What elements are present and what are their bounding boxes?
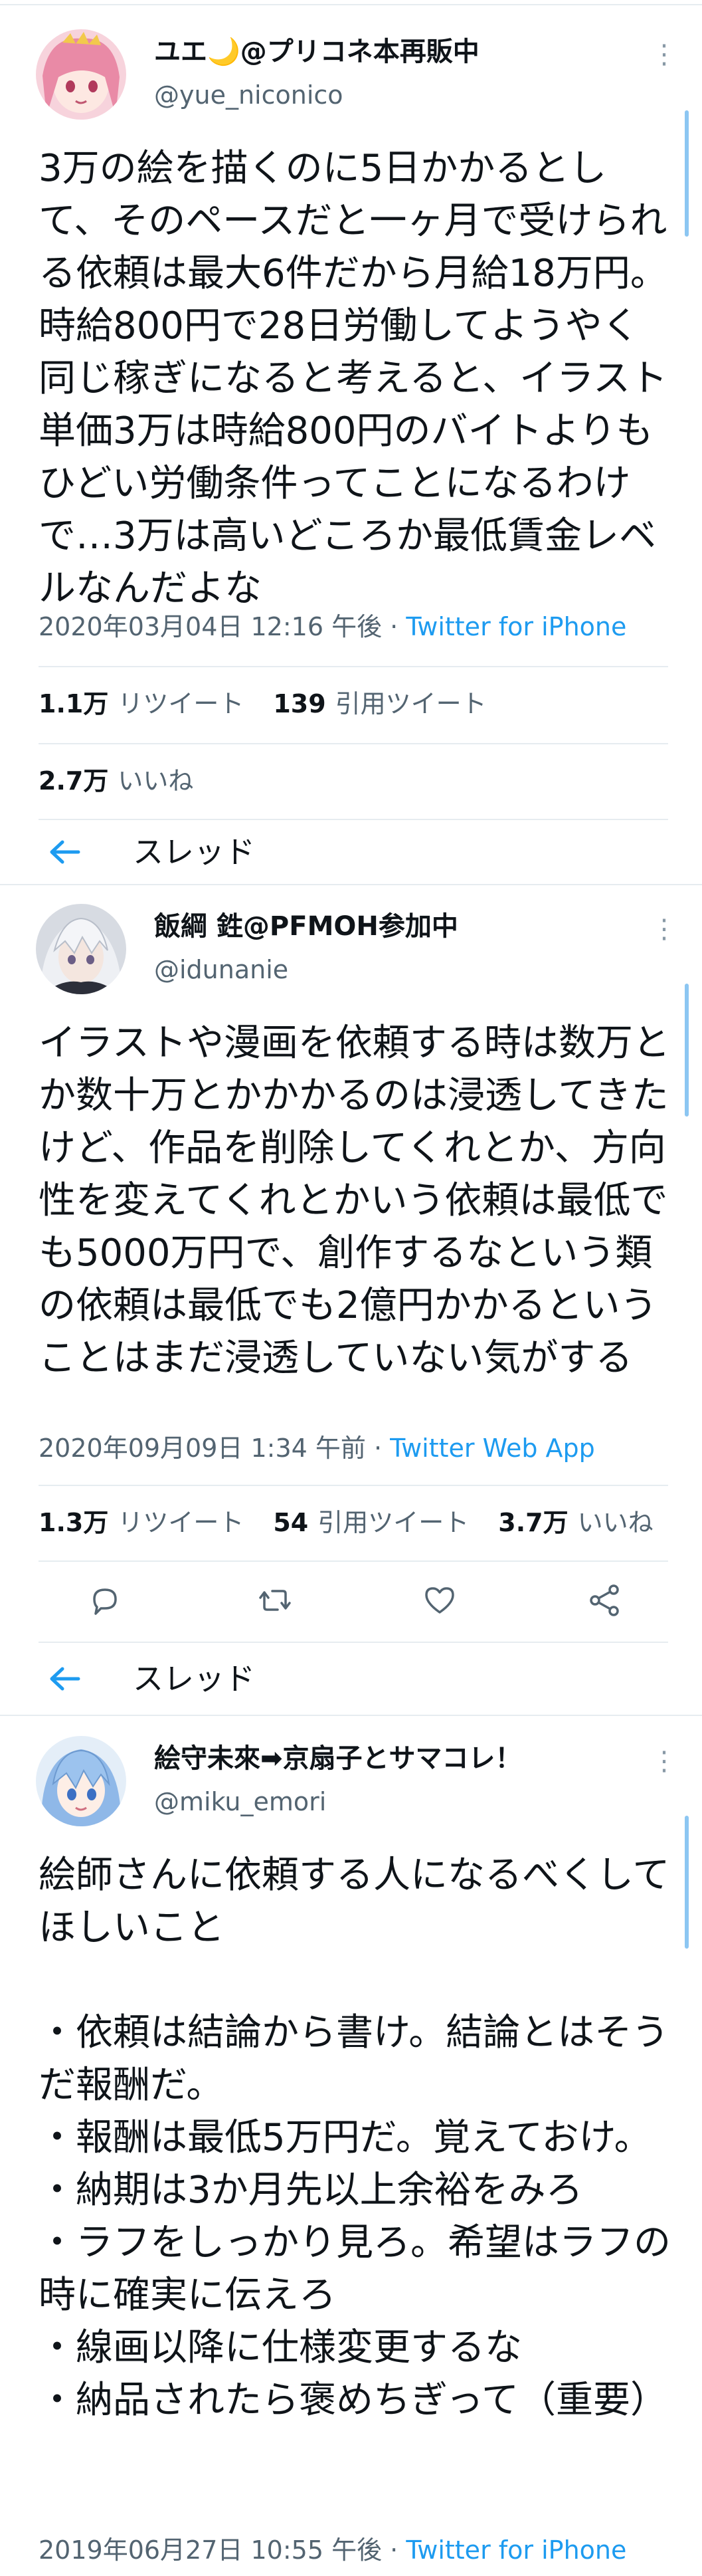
- tweet-actions: [0, 1574, 702, 1627]
- tweet-text: 3万の絵を描くのに5日かかるとして、そのペースだと一ヶ月で受けられる依頼は最大6…: [39, 147, 667, 610]
- source-app-link[interactable]: Twitter Web App: [390, 1434, 595, 1463]
- avatar-image-blue-hair: [36, 1736, 126, 1826]
- thread-link[interactable]: スレッド: [0, 1652, 702, 1705]
- top-divider: [0, 4, 702, 5]
- quotes-label: 引用ツイート: [317, 1508, 470, 1537]
- divider: [39, 1642, 668, 1643]
- heart-icon[interactable]: [420, 1580, 460, 1620]
- retweets-count: 1.1万: [39, 689, 109, 718]
- timestamp-text[interactable]: 2020年03月04日 12:16 午後 ·: [39, 612, 406, 641]
- avatar[interactable]: [36, 904, 126, 994]
- scroll-indicator: [685, 984, 689, 1117]
- scroll-indicator: [685, 1816, 689, 1949]
- likes-label: いいね: [118, 766, 194, 796]
- divider: [39, 819, 668, 820]
- retweets-label: リツイート: [118, 1508, 244, 1537]
- source-app-link[interactable]: Twitter for iPhone: [406, 2535, 626, 2565]
- tweet-text: 絵師さんに依頼する人になるべくしてほしいこと ・依頼は結論から書け。結論とはそう…: [39, 1854, 671, 2422]
- quotes-stat[interactable]: 54 引用ツイート: [273, 1508, 469, 1537]
- more-vertical-icon[interactable]: ⋮: [651, 1748, 677, 1774]
- divider: [39, 1560, 668, 1562]
- divider: [39, 1485, 668, 1486]
- quotes-stat[interactable]: 139 引用ツイート: [273, 689, 486, 718]
- retweets-stat[interactable]: 1.1万 リツイート: [39, 689, 244, 718]
- username[interactable]: @idunanie: [154, 953, 288, 986]
- retweets-label: リツイート: [118, 689, 244, 718]
- tweet-timestamp[interactable]: 2020年09月09日 1:34 午前 · Twitter Web App: [39, 1432, 595, 1465]
- arrow-left-icon[interactable]: [48, 839, 81, 865]
- reply-icon[interactable]: [85, 1580, 125, 1620]
- source-app-link[interactable]: Twitter for iPhone: [406, 612, 626, 641]
- quotes-count: 54: [273, 1508, 309, 1537]
- quotes-label: 引用ツイート: [335, 689, 487, 718]
- likes-count: 2.7万: [39, 766, 109, 796]
- more-vertical-icon[interactable]: ⋮: [651, 916, 677, 942]
- avatar[interactable]: [36, 1736, 126, 1826]
- quotes-count: 139: [273, 689, 326, 718]
- engagement-stats: 1.3万 リツイート 54 引用ツイート 3.7万 いいね: [39, 1506, 654, 1539]
- thread-link[interactable]: スレッド: [0, 825, 702, 879]
- divider: [39, 743, 668, 744]
- engagement-stats: 1.1万 リツイート 139 引用ツイート: [39, 687, 516, 720]
- scroll-indicator: [685, 110, 689, 237]
- retweets-count: 1.3万: [39, 1508, 109, 1537]
- display-name[interactable]: ユエ🌙@プリコネ本再販中: [154, 35, 480, 69]
- section-divider: [0, 884, 702, 885]
- divider: [39, 666, 668, 667]
- section-divider: [0, 1715, 702, 1716]
- likes-count: 3.7万: [498, 1508, 569, 1537]
- arrow-left-icon[interactable]: [48, 1665, 81, 1692]
- share-icon[interactable]: [584, 1580, 624, 1620]
- likes-stat[interactable]: 3.7万 いいね: [498, 1508, 653, 1537]
- tweet-text: イラストや漫画を依頼する時は数万とか数十万とかかかるのは浸透してきたけど、作品を…: [39, 1021, 670, 1380]
- more-vertical-icon[interactable]: ⋮: [651, 41, 677, 68]
- retweet-icon[interactable]: [255, 1580, 295, 1620]
- likes-stat[interactable]: 2.7万 いいね: [39, 764, 193, 798]
- retweets-stat[interactable]: 1.3万 リツイート: [39, 1508, 244, 1537]
- timestamp-text[interactable]: 2020年09月09日 1:34 午前 ·: [39, 1434, 390, 1463]
- thread-label[interactable]: スレッド: [133, 832, 255, 872]
- likes-label: いいね: [577, 1508, 654, 1537]
- username[interactable]: @yue_niconico: [154, 78, 343, 112]
- username[interactable]: @miku_emori: [154, 1785, 326, 1818]
- thread-label[interactable]: スレッド: [133, 1659, 255, 1699]
- avatar-image-white-hair: [36, 904, 126, 994]
- avatar-image-pink-hair: [36, 29, 126, 120]
- avatar[interactable]: [36, 29, 126, 120]
- timestamp-text[interactable]: 2019年06月27日 10:55 午後 ·: [39, 2535, 406, 2565]
- tweet-timestamp[interactable]: 2020年03月04日 12:16 午後 · Twitter for iPhon…: [39, 610, 626, 643]
- display-name[interactable]: 絵守未來➡京扇子とサマコレ！: [154, 1741, 522, 1776]
- display-name[interactable]: 飯綱 鉎@PFMOH参加中: [154, 909, 458, 944]
- tweet-timestamp[interactable]: 2019年06月27日 10:55 午後 · Twitter for iPhon…: [39, 2533, 626, 2567]
